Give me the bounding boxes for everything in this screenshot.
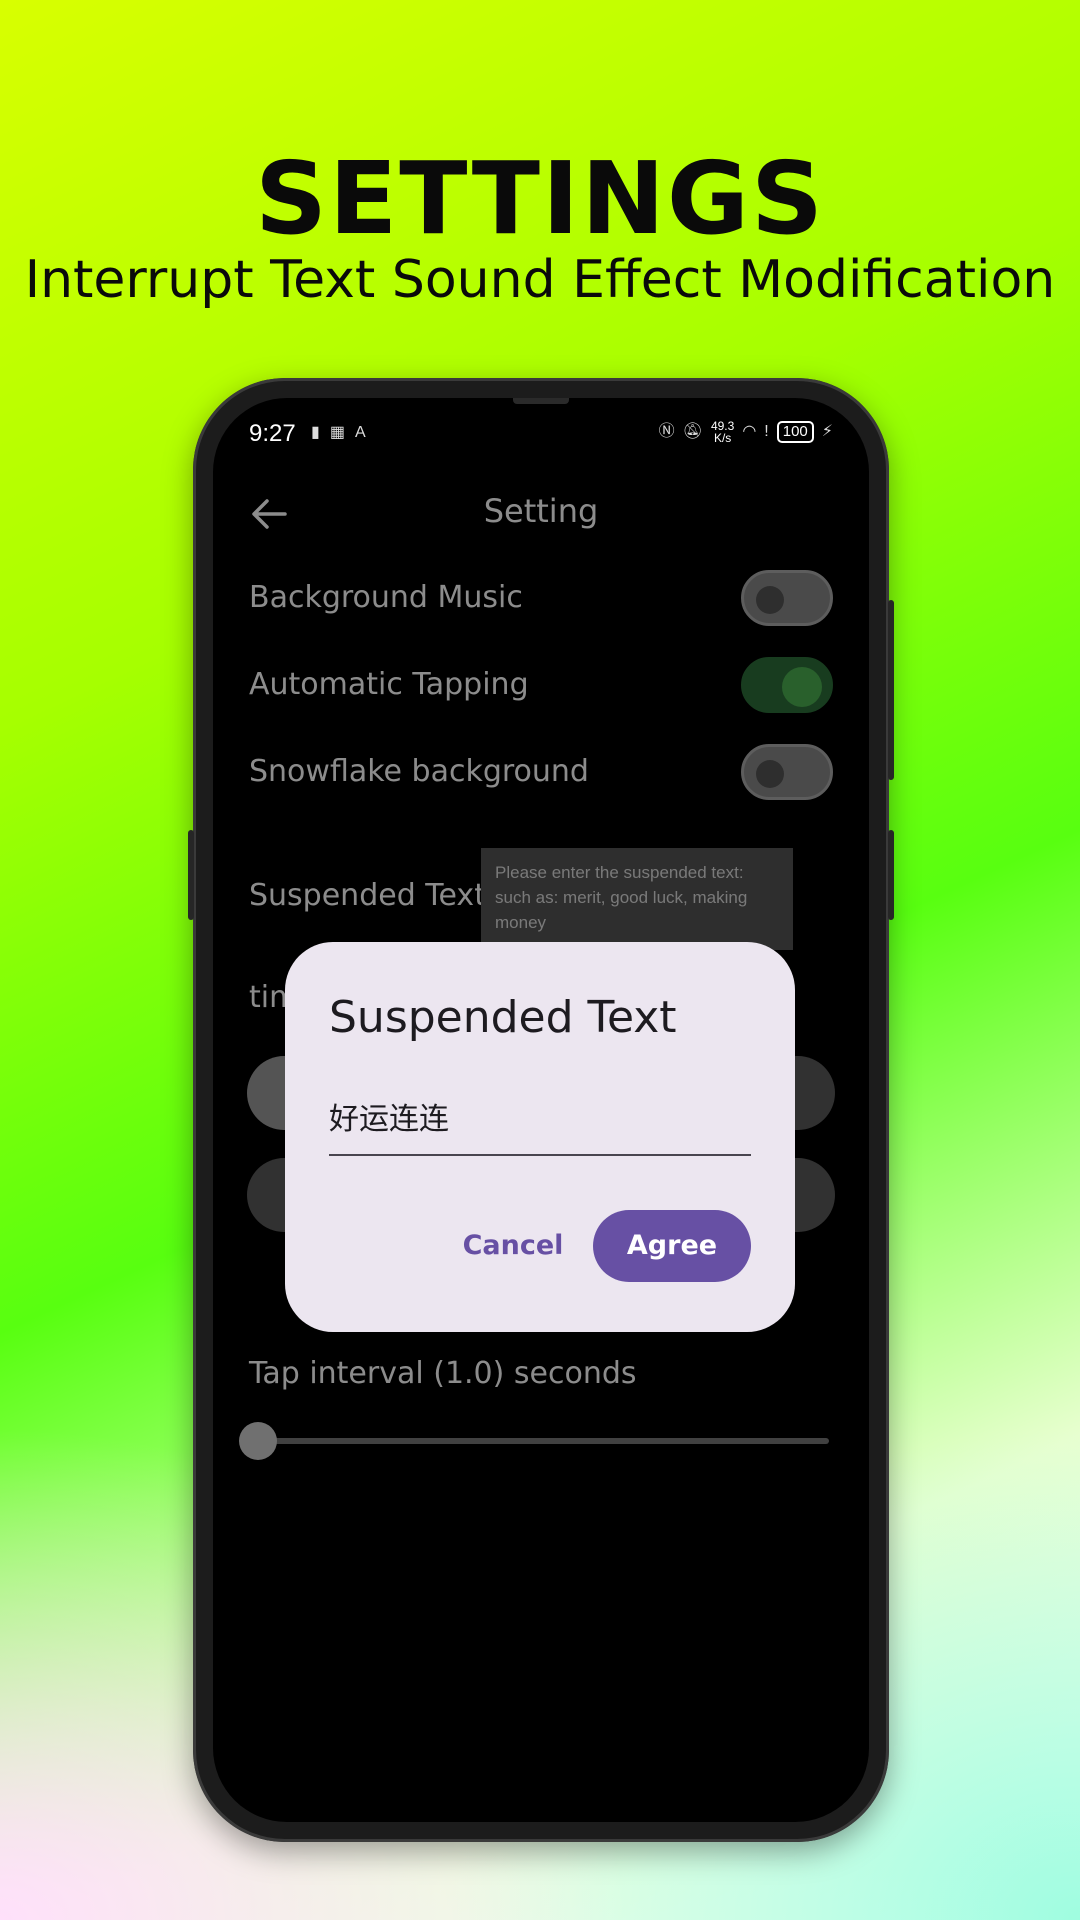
suspended-text-label: Suspended Text [249,878,486,913]
tap-interval-label: Tap interval (1.0) seconds [249,1356,637,1391]
notch [513,398,569,404]
qr-icon: ▦ [329,424,345,441]
net-speed: 49.3 K/s [710,419,735,445]
snowflake-background-switch[interactable] [741,744,833,800]
suspended-text-field[interactable]: Please enter the suspended text: such as… [481,848,793,950]
battery-indicator: 100 [776,421,814,443]
tap-interval-slider-thumb[interactable] [239,1422,277,1460]
cancel-button[interactable]: Cancel [453,1210,573,1282]
suspended-text-input[interactable]: 好运连连 [329,1092,751,1156]
status-bar: 9:27 ▮ ▦ A Ⓝ 🔕︎ 49.3 K/s ◠ ! 100 ⚡︎ [213,416,869,452]
switch-knob [756,760,784,788]
toggle-row-automatic-tapping: Automatic Tapping [249,657,833,717]
tap-interval-slider-track[interactable] [253,1438,829,1444]
switch-knob [782,667,822,707]
side-key [188,830,194,920]
agree-button[interactable]: Agree [593,1210,751,1282]
app-notification-icon: A [354,424,366,441]
top-bar: Setting [213,478,869,548]
background-music-switch[interactable] [741,570,833,626]
promo-title: SETTINGS [254,140,826,257]
toggle-label: Automatic Tapping [249,667,529,702]
suspended-text-dialog: Suspended Text 好运连连 Cancel Agree [285,942,795,1332]
mute-icon: 🔕︎ [682,423,703,440]
power-button [888,830,894,920]
charging-icon: ⚡︎ [821,423,833,440]
toggle-label: Snowflake background [249,754,589,789]
switch-knob [756,586,784,614]
nfc-icon: Ⓝ [658,423,675,440]
battery-saver-icon: ▮ [311,424,320,441]
toggle-label: Background Music [249,580,523,615]
wifi-icon: ◠ [742,423,757,440]
promo-subtitle: Interrupt Text Sound Effect Modification [24,250,1056,310]
toggle-row-background-music: Background Music [249,570,833,630]
screen-title: Setting [483,492,599,530]
status-time: 9:27 [249,420,296,447]
toggle-row-snowflake: Snowflake background [249,744,833,804]
alert-icon: ! [764,423,769,440]
automatic-tapping-switch[interactable] [741,657,833,713]
dialog-title: Suspended Text [329,992,677,1043]
volume-button [888,600,894,780]
